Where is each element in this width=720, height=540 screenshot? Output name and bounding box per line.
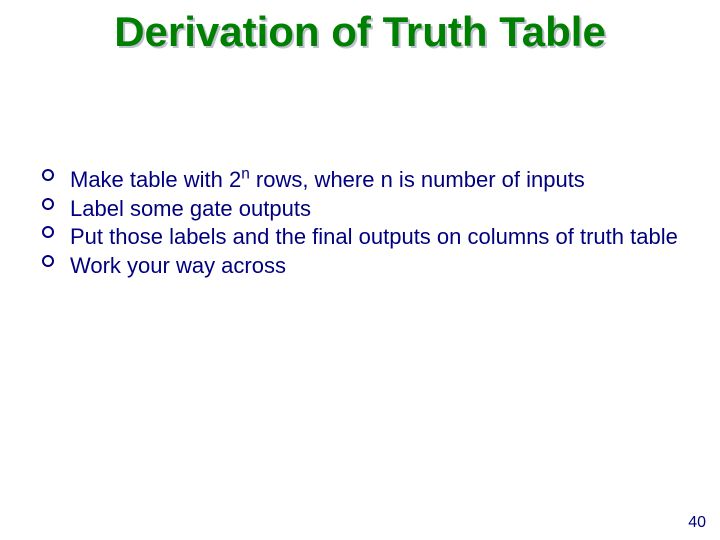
bullet-text: Make table with 2n rows, where n is numb…: [70, 167, 585, 192]
list-item: Put those labels and the final outputs o…: [36, 223, 684, 251]
bullet-marker-icon: [42, 198, 54, 210]
bullet-marker-icon: [42, 255, 54, 267]
list-item: Work your way across: [36, 252, 684, 280]
slide-title: Derivation of Truth Table: [0, 0, 720, 56]
page-number: 40: [688, 514, 706, 532]
bullet-marker-icon: [42, 169, 54, 181]
list-item: Make table with 2n rows, where n is numb…: [36, 166, 684, 194]
bullet-text: Work your way across: [70, 253, 286, 278]
slide-content: Make table with 2n rows, where n is numb…: [0, 166, 720, 279]
bullet-text: Label some gate outputs: [70, 196, 311, 221]
list-item: Label some gate outputs: [36, 195, 684, 223]
bullet-marker-icon: [42, 226, 54, 238]
bullet-list: Make table with 2n rows, where n is numb…: [36, 166, 684, 279]
bullet-text: Put those labels and the final outputs o…: [70, 224, 678, 249]
